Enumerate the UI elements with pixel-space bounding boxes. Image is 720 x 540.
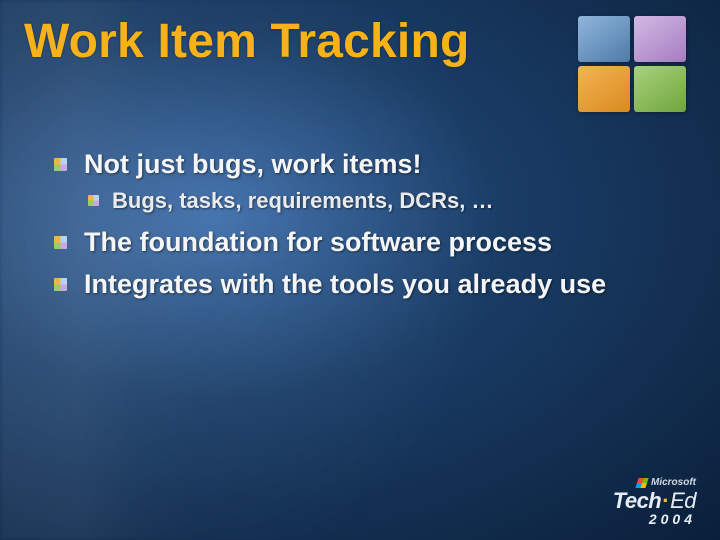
logo-cell-blue-icon <box>578 16 630 62</box>
footer-event-logo: Microsoft Tech·Ed 2004 <box>613 478 696 526</box>
logo-cell-purple-icon <box>634 16 686 62</box>
teched-tech: Tech <box>613 488 662 513</box>
list-item: Bugs, tasks, requirements, DCRs, … <box>84 187 680 216</box>
teched-year: 2004 <box>613 512 696 526</box>
microsoft-brand: Microsoft <box>613 478 696 488</box>
logo-cell-green-icon <box>634 66 686 112</box>
product-logo-grid-icon <box>578 16 690 116</box>
sub-bullet-text: Bugs, tasks, requirements, DCRs, … <box>112 188 493 213</box>
microsoft-text: Microsoft <box>651 478 696 488</box>
slide-title: Work Item Tracking <box>24 14 470 69</box>
bullet-list: Not just bugs, work items! Bugs, tasks, … <box>54 148 680 301</box>
slide-body: Not just bugs, work items! Bugs, tasks, … <box>54 148 680 311</box>
teched-wordmark: Tech·Ed <box>613 490 696 512</box>
bullet-text: Integrates with the tools you already us… <box>84 269 606 299</box>
microsoft-flag-icon <box>635 478 648 488</box>
list-item: The foundation for software process <box>54 226 680 259</box>
bullet-text: Not just bugs, work items! <box>84 149 422 179</box>
sub-bullet-list: Bugs, tasks, requirements, DCRs, … <box>84 187 680 216</box>
teched-ed: Ed <box>670 488 696 513</box>
bullet-text: The foundation for software process <box>84 227 552 257</box>
list-item: Not just bugs, work items! Bugs, tasks, … <box>54 148 680 216</box>
logo-cell-orange-icon <box>578 66 630 112</box>
teched-dot-icon: · <box>662 488 669 513</box>
list-item: Integrates with the tools you already us… <box>54 268 680 301</box>
